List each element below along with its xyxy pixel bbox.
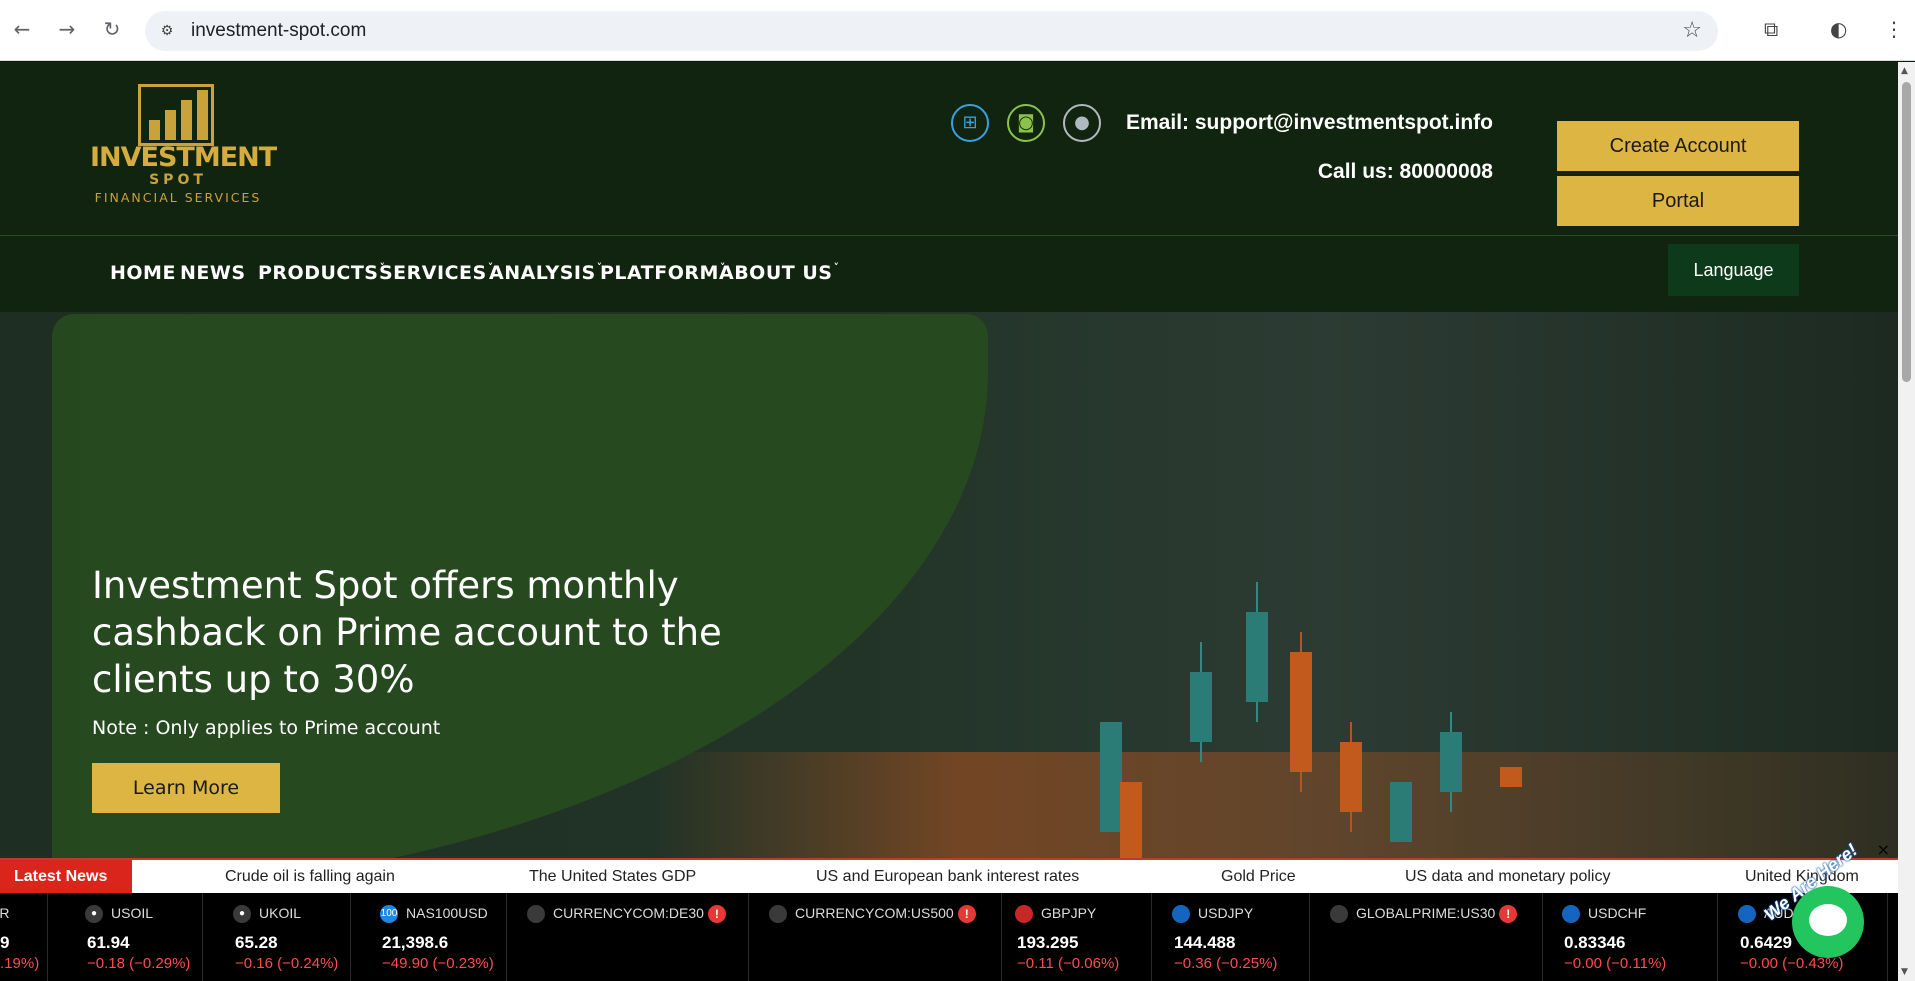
contact-email[interactable]: Email: support@investmentspot.info xyxy=(1126,111,1493,135)
flag-icon xyxy=(1015,905,1033,924)
url-text[interactable]: investment-spot.com xyxy=(191,20,366,42)
flag-icon xyxy=(1562,905,1580,924)
bookmark-star-icon[interactable]: ☆ xyxy=(1682,18,1702,43)
oil-drop-icon: ● xyxy=(233,905,251,924)
page-scrollbar[interactable]: ▲ ▼ xyxy=(1898,62,1915,981)
logo-chart-icon xyxy=(138,84,214,146)
symbol-icon xyxy=(1330,905,1348,924)
chat-button[interactable] xyxy=(1792,886,1864,958)
ticker-item[interactable]: GLOBALPRIME:US30! xyxy=(1320,893,1543,981)
nav-services[interactable]: SERVICES˅ xyxy=(379,261,494,284)
chevron-down-icon: ˅ xyxy=(833,261,840,274)
news-item[interactable]: US and European bank interest rates xyxy=(816,868,1079,886)
android-icon[interactable]: ◙ xyxy=(1007,104,1045,142)
site-settings-icon[interactable]: ⚙ xyxy=(157,21,177,41)
warning-icon: ! xyxy=(707,905,726,924)
create-account-button[interactable]: Create Account xyxy=(1557,121,1799,171)
nav-platform[interactable]: PLATFORM˅ xyxy=(600,261,726,284)
chat-icon xyxy=(1809,904,1847,936)
nav-home[interactable]: HOME xyxy=(110,262,176,284)
chart-background-glow xyxy=(650,752,1898,858)
ticker-tape: ER 9 .19%) ●USOIL 61.94 −0.18 (−0.29%) ●… xyxy=(0,893,1898,981)
close-icon[interactable]: × xyxy=(1877,840,1890,859)
nasdaq-100-icon: 100 xyxy=(380,905,398,924)
warning-icon: ! xyxy=(1499,905,1518,924)
symbol-icon xyxy=(769,905,787,924)
hero-note: Note : Only applies to Prime account xyxy=(92,717,441,739)
nav-products[interactable]: PRODUCTS˅ xyxy=(258,261,386,284)
contact-phone[interactable]: Call us: 80000008 xyxy=(1318,160,1493,184)
flag-icon xyxy=(1172,905,1190,924)
warning-icon: ! xyxy=(957,905,976,924)
profile-icon[interactable]: ◐ xyxy=(1830,17,1847,41)
language-button[interactable]: Language xyxy=(1668,244,1799,296)
nav-about-us[interactable]: ABOUT US˅ xyxy=(719,261,840,284)
ticker-item[interactable]: CURRENCYCOM:DE30! xyxy=(517,893,749,981)
browser-toolbar: ← → ↻ ⚙ investment-spot.com ☆ ⧉ ◐ ⋮ xyxy=(0,0,1915,61)
ticker-item[interactable]: USDCHF 0.83346 −0.00 (−0.11%) xyxy=(1552,893,1718,981)
main-nav: HOME NEWS PRODUCTS˅ SERVICES˅ ANALYSIS˅ … xyxy=(0,236,1898,312)
news-item[interactable]: Crude oil is falling again xyxy=(225,868,395,886)
logo-text-tagline: FINANCIAL SERVICES xyxy=(94,190,262,205)
ticker-item[interactable]: ● UKOIL 65.28 −0.16 (−0.24%) xyxy=(223,893,351,981)
logo[interactable]: INVESTMENT SPOT FINANCIAL SERVICES xyxy=(90,84,277,214)
apple-icon[interactable]: ● xyxy=(1063,104,1101,142)
scroll-thumb[interactable] xyxy=(1902,82,1911,382)
forward-arrow-icon[interactable]: → xyxy=(55,17,79,41)
learn-more-button[interactable]: Learn More xyxy=(92,763,280,813)
address-bar[interactable]: ⚙ investment-spot.com ☆ xyxy=(145,11,1718,51)
ticker-item[interactable]: USDJPY 144.488 −0.36 (−0.25%) xyxy=(1162,893,1310,981)
back-arrow-icon[interactable]: ← xyxy=(10,17,34,41)
news-item[interactable]: US data and monetary policy xyxy=(1405,868,1610,886)
latest-news-bar: Latest News Crude oil is falling again T… xyxy=(0,840,1898,893)
ticker-item[interactable]: 100 NAS100USD 21,398.6 −49.90 (−0.23%) xyxy=(370,893,507,981)
scroll-up-icon[interactable]: ▲ xyxy=(1901,66,1908,76)
nav-analysis[interactable]: ANALYSIS˅ xyxy=(489,261,603,284)
hero-banner: Investment Spot offers monthly cashback … xyxy=(0,312,1898,858)
latest-news-label: Latest News xyxy=(0,860,132,893)
symbol-icon xyxy=(527,905,545,924)
logo-text-spot: SPOT xyxy=(149,172,207,188)
ticker-item[interactable]: GBPJPY 193.295 −0.11 (−0.06%) xyxy=(1005,893,1152,981)
reload-icon[interactable]: ↻ xyxy=(100,17,124,41)
news-item[interactable]: The United States GDP xyxy=(529,868,696,886)
nav-news[interactable]: NEWS xyxy=(180,262,246,284)
news-item[interactable]: Gold Price xyxy=(1221,868,1296,886)
portal-button[interactable]: Portal xyxy=(1557,176,1799,226)
menu-icon[interactable]: ⋮ xyxy=(1884,17,1904,41)
oil-drop-icon: ● xyxy=(85,905,103,924)
hero-title: Investment Spot offers monthly cashback … xyxy=(92,564,722,701)
extensions-icon[interactable]: ⧉ xyxy=(1764,17,1778,41)
flag-icon xyxy=(1738,905,1756,924)
ticker-item[interactable]: ● USOIL 61.94 −0.18 (−0.29%) xyxy=(75,893,203,981)
logo-text-investment: INVESTMENT xyxy=(90,142,277,173)
site-header: INVESTMENT SPOT FINANCIAL SERVICES ⊞ ◙ ●… xyxy=(0,62,1898,236)
ticker-item[interactable]: ER 9 .19%) xyxy=(0,893,48,981)
scroll-down-icon[interactable]: ▼ xyxy=(1901,967,1908,977)
windows-icon[interactable]: ⊞ xyxy=(951,104,989,142)
ticker-item[interactable]: CURRENCYCOM:US500! xyxy=(759,893,1002,981)
